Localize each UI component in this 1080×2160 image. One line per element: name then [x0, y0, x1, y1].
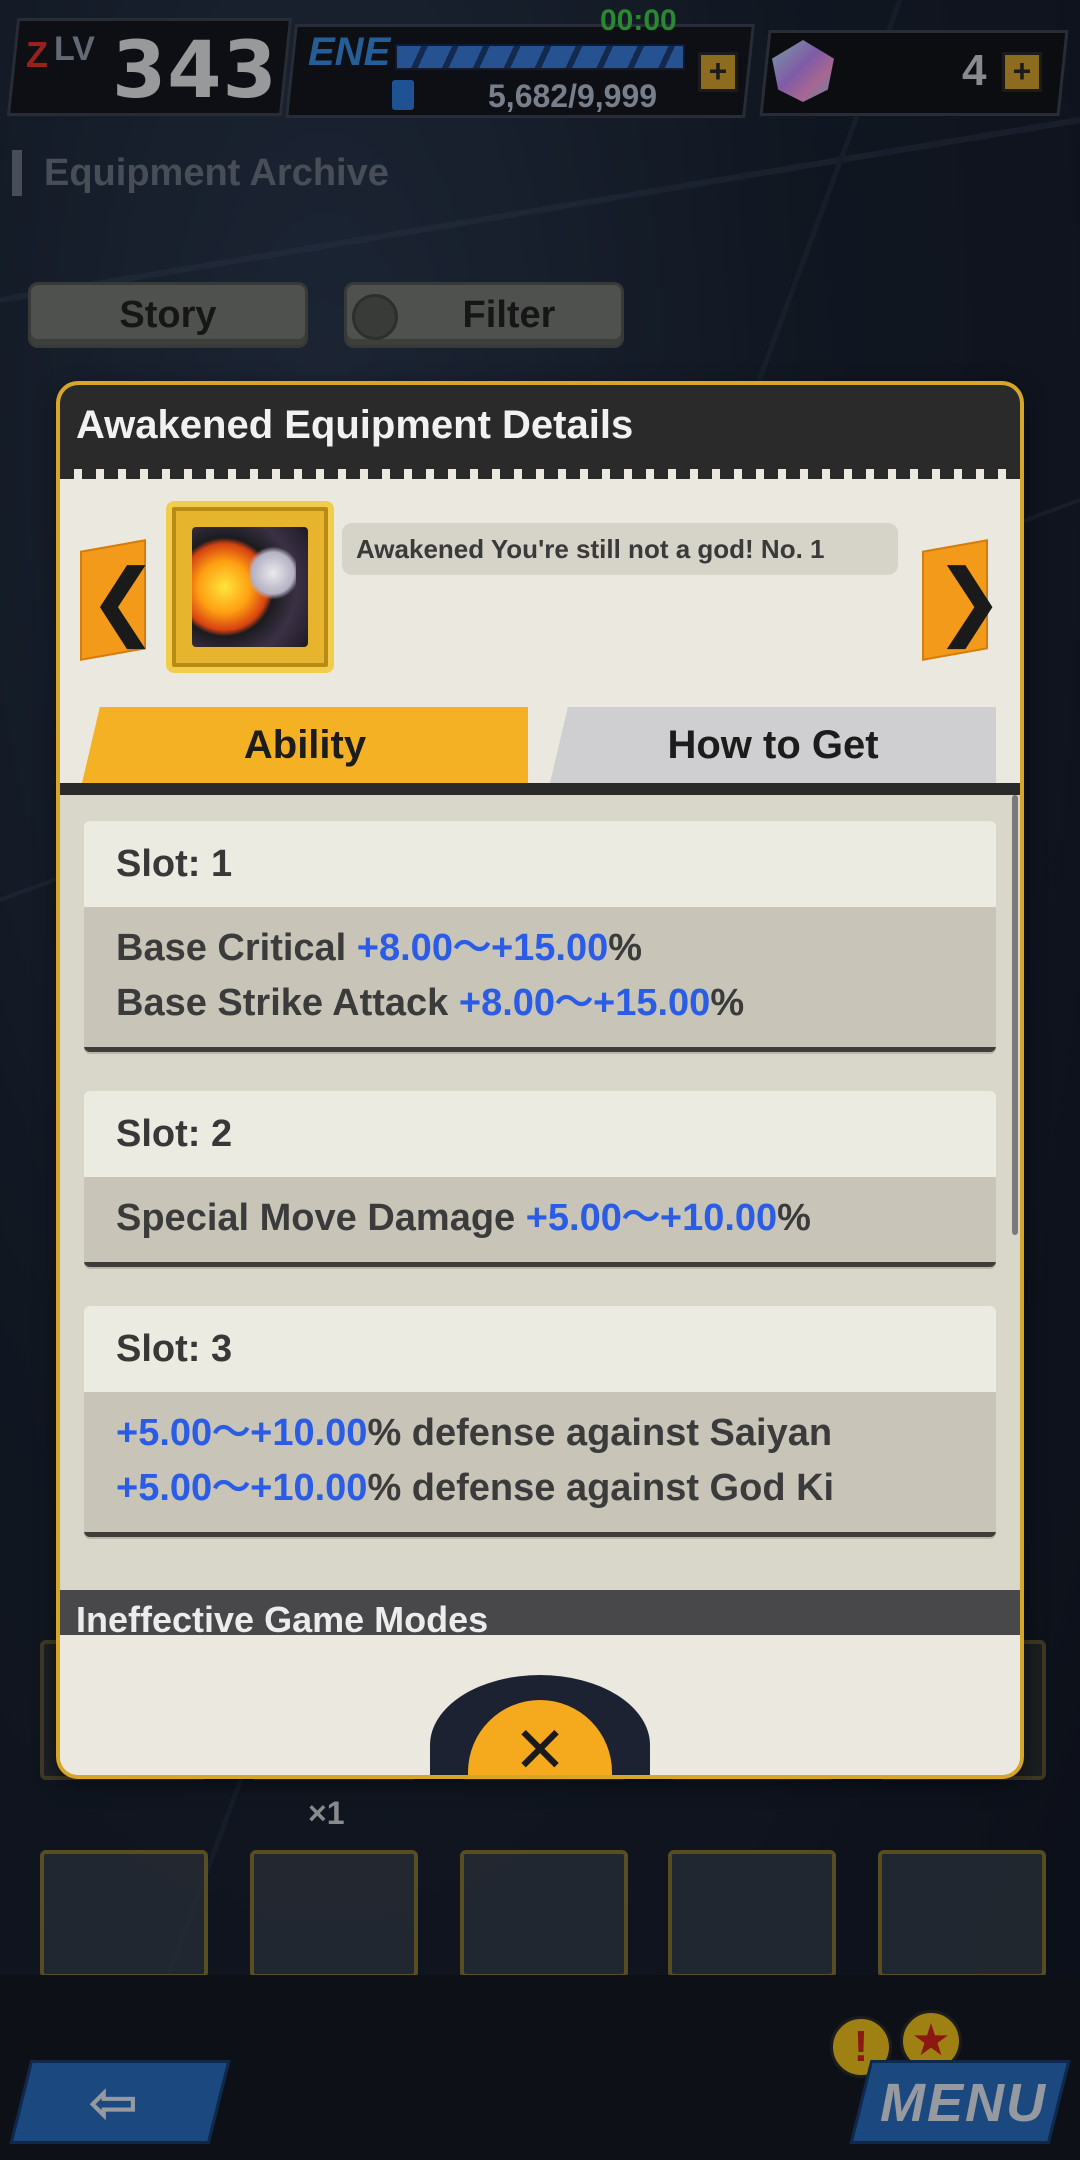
effect-range: +8.00～+15.00: [356, 927, 609, 969]
effect-line: Base Strike Attack +8.00～+15.00%: [116, 976, 964, 1031]
equipment-artwork: [192, 527, 308, 647]
slot-header: Slot: 2: [116, 1113, 233, 1155]
scrollbar[interactable]: [1012, 795, 1018, 1235]
effect-text: Base Strike Attack: [116, 982, 459, 1024]
effect-line: Special Move Damage +5.00～+10.00%: [116, 1191, 964, 1246]
slot-card: Slot: 3 +5.00～+10.00% defense against Sa…: [84, 1306, 996, 1537]
slot-header: Slot: 3: [116, 1328, 233, 1370]
slot-effects: +5.00～+10.00% defense against Saiyan +5.…: [84, 1392, 996, 1532]
effect-range: +5.00～+10.00: [525, 1197, 778, 1239]
slot-card: Slot: 1 Base Critical +8.00～+15.00% Base…: [84, 821, 996, 1052]
effect-line: Base Critical +8.00～+15.00%: [116, 921, 964, 976]
tab-ability[interactable]: Ability: [82, 707, 528, 783]
effect-line: +5.00～+10.00% defense against God Ki: [116, 1461, 964, 1516]
effect-range: +5.00～+10.00: [116, 1467, 368, 1509]
effect-text: Base Critical: [116, 927, 357, 969]
chevron-right-icon: ❯: [934, 553, 1005, 647]
effect-suffix: % defense against Saiyan: [367, 1412, 833, 1454]
slot-card: Slot: 2 Special Move Damage +5.00～+10.00…: [84, 1091, 996, 1267]
slot-effects: Base Critical +8.00～+15.00% Base Strike …: [84, 907, 996, 1047]
effect-text: Special Move Damage: [116, 1197, 526, 1239]
effect-suffix: %: [710, 982, 745, 1024]
effect-suffix: %: [608, 927, 643, 969]
equipment-details-modal: Awakened Equipment Details ❮ ❯ Awakened …: [60, 385, 1020, 1775]
equipment-name: Awakened You're still not a god! No. 1: [342, 523, 898, 575]
effect-range: +8.00～+15.00: [458, 982, 711, 1024]
tab-how-to-get[interactable]: How to Get: [550, 707, 996, 783]
slot-effects: Special Move Damage +5.00～+10.00%: [84, 1177, 996, 1262]
effect-line: +5.00～+10.00% defense against Saiyan: [116, 1406, 964, 1461]
modal-header-brush: [60, 463, 1020, 479]
slot-header: Slot: 1: [116, 843, 233, 885]
effect-range: +5.00～+10.00: [116, 1412, 368, 1454]
modal-title: Awakened Equipment Details: [76, 403, 634, 447]
effect-suffix: % defense against God Ki: [367, 1467, 835, 1509]
chevron-left-icon: ❮: [88, 553, 159, 647]
effect-suffix: %: [777, 1197, 811, 1239]
equipment-icon: [166, 501, 334, 673]
